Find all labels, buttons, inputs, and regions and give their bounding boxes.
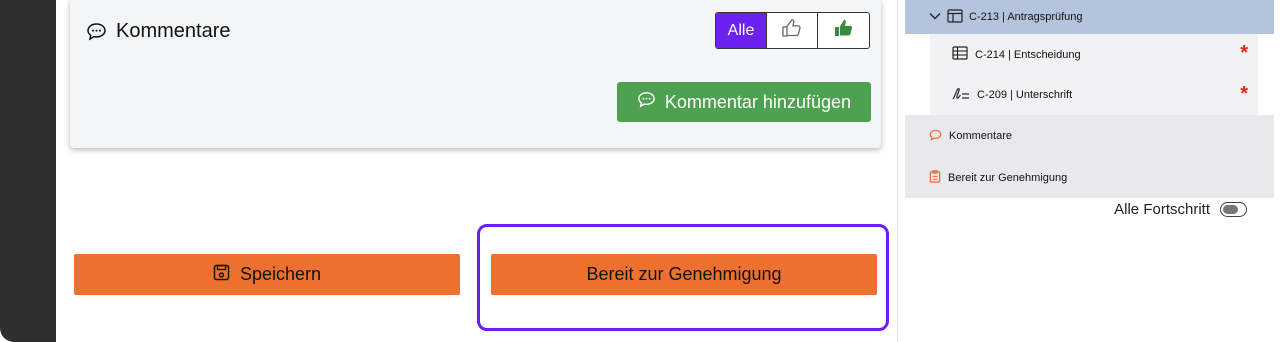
comments-header: Kommentare [86,20,231,43]
panel-divider [897,0,898,342]
save-icon [213,264,230,286]
chevron-down-icon [929,11,941,23]
tree-item-c213[interactable]: C-213 | Antragsprüfung [905,0,1274,34]
save-label: Speichern [239,264,322,284]
table-icon [952,46,968,63]
all-progress-row: Alle Fortschritt [1114,201,1247,218]
add-comment-label: Kommentar hinzufügen [664,91,851,112]
thumbs-up-filled-icon [833,18,855,43]
all-progress-toggle[interactable] [1220,202,1247,217]
tree-item-label: C-214 | Entscheidung [975,48,1081,61]
comment-icon [929,129,942,144]
required-marker: * [1240,42,1248,64]
comment-plus-icon [637,91,656,113]
layout-icon [947,8,963,26]
comment-bubble-icon [86,22,107,41]
thumbs-up-outline-icon [781,18,803,43]
comments-title: Kommentare [116,20,231,42]
save-button[interactable]: Speichern [74,254,460,295]
add-comment-button[interactable]: Kommentar hinzufügen [616,82,871,122]
comments-panel: Kommentare Alle Kommentar hinzufügen [70,0,881,148]
clipboard-icon [929,169,941,186]
signature-icon [952,87,970,104]
all-progress-label: Alle Fortschritt [1114,201,1210,218]
required-marker: * [1240,83,1248,105]
left-sidebar-rail [0,0,56,342]
tree-item-c214[interactable]: C-214 | Entscheidung * [930,34,1258,75]
tree-item-label: Kommentare [949,130,1012,142]
ready-for-approval-label: Bereit zur Genehmigung [586,264,782,284]
ready-for-approval-button[interactable]: Bereit zur Genehmigung [491,254,877,295]
tree-item-kommentare[interactable]: Kommentare [905,115,1274,157]
filter-thumbs-up-outline-button[interactable] [767,13,818,48]
toggle-knob [1223,205,1238,214]
comment-filter-group: Alle [715,12,870,49]
tree-item-label: C-213 | Antragsprüfung [969,11,1083,23]
tree-item-bereit[interactable]: Bereit zur Genehmigung [905,157,1274,198]
tree-item-label: C-209 | Unterschrift [977,89,1073,101]
filter-all-button[interactable]: Alle [716,13,767,48]
tree-item-label: Bereit zur Genehmigung [948,171,1068,184]
filter-thumbs-up-filled-button[interactable] [818,13,869,48]
tree-item-c209[interactable]: C-209 | Unterschrift * [930,75,1258,115]
